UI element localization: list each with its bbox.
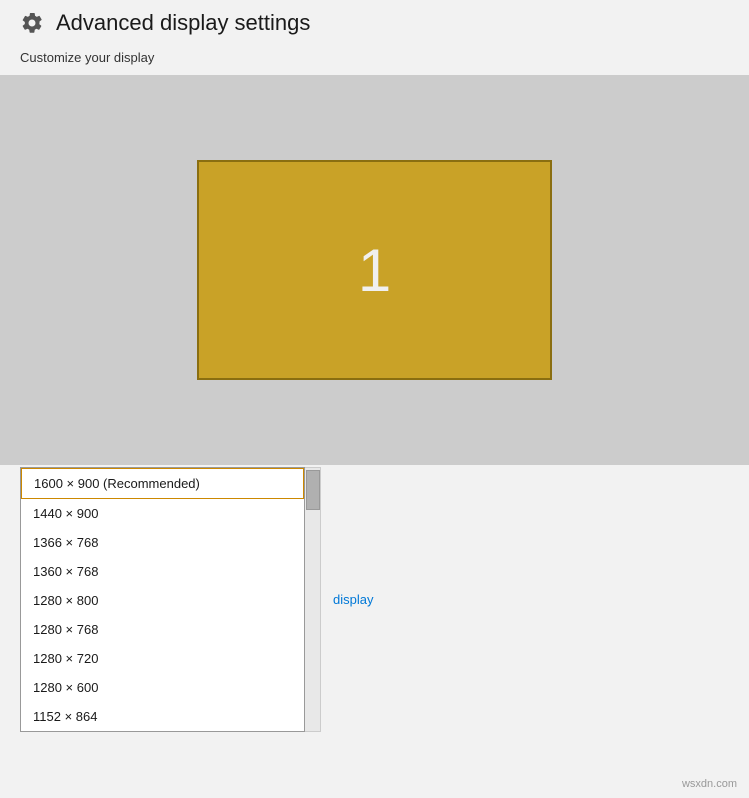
bottom-row: 1600 × 900 (Recommended)1440 × 9001366 ×…: [20, 467, 729, 732]
display-preview-area: 1: [0, 75, 749, 465]
resolution-listbox-wrapper: 1600 × 900 (Recommended)1440 × 9001366 ×…: [20, 467, 321, 732]
resolution-item[interactable]: 1280 × 720: [21, 644, 304, 673]
resolution-item[interactable]: 1152 × 864: [21, 702, 304, 731]
scrollbar-thumb[interactable]: [306, 470, 320, 510]
resolution-item[interactable]: 1280 × 768: [21, 615, 304, 644]
monitor-number: 1: [358, 236, 391, 305]
resolution-item[interactable]: 1600 × 900 (Recommended): [21, 468, 304, 499]
scrollbar-track[interactable]: [305, 467, 321, 732]
watermark: wsxdn.com: [682, 778, 737, 790]
resolution-item[interactable]: 1280 × 800: [21, 586, 304, 615]
resolution-item[interactable]: 1366 × 768: [21, 528, 304, 557]
monitor-box: 1: [197, 160, 552, 380]
page-header: Advanced display settings: [0, 0, 749, 44]
customize-display-link[interactable]: display: [333, 592, 373, 607]
resolution-item[interactable]: 1360 × 768: [21, 557, 304, 586]
resolution-item[interactable]: 1440 × 900: [21, 499, 304, 528]
page-title: Advanced display settings: [56, 10, 310, 36]
gear-icon: [20, 11, 44, 35]
subtitle: Customize your display: [0, 44, 749, 75]
dropdown-area: 1600 × 900 (Recommended)1440 × 9001366 ×…: [0, 467, 749, 732]
resolution-listbox[interactable]: 1600 × 900 (Recommended)1440 × 9001366 ×…: [20, 467, 305, 732]
resolution-item[interactable]: 1280 × 600: [21, 673, 304, 702]
